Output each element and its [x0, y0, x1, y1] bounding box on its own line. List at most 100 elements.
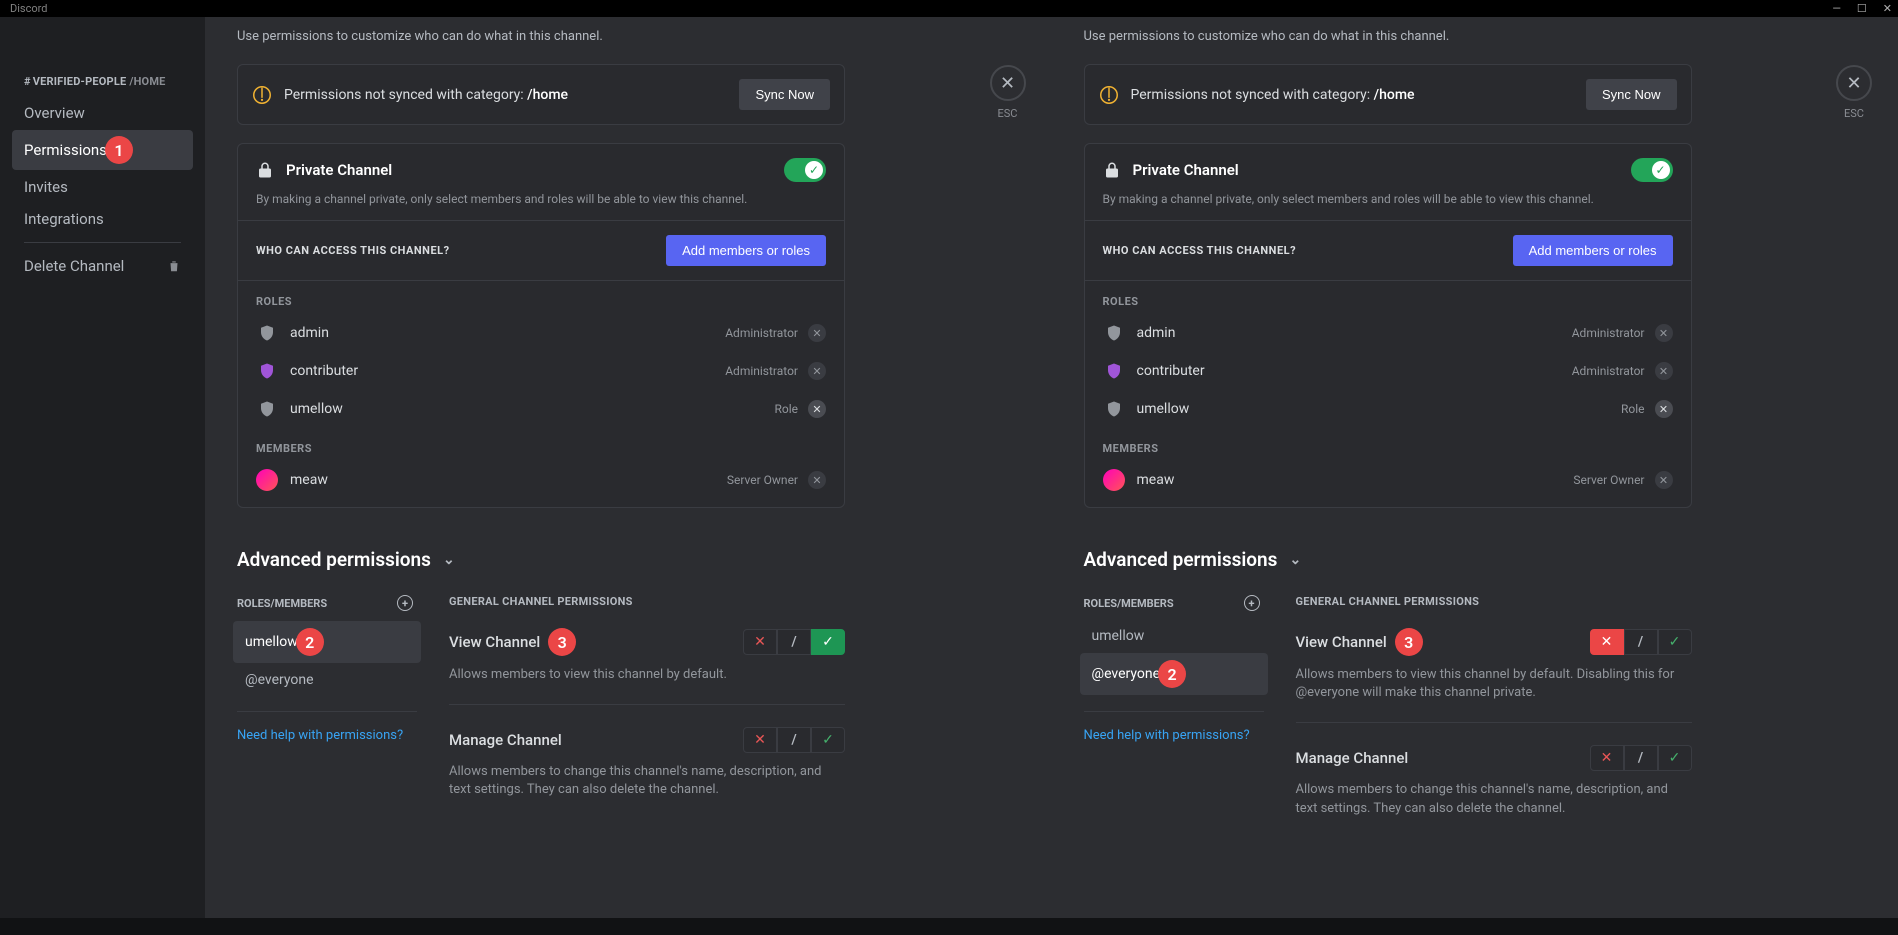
- private-subtitle: By making a channel private, only select…: [238, 186, 844, 221]
- window-minimize[interactable]: —: [1832, 2, 1841, 15]
- window-close[interactable]: ✕: [1883, 2, 1892, 15]
- role-name: contributer: [1137, 363, 1205, 379]
- roles-members-label: ROLES/MEMBERS: [237, 597, 327, 610]
- rm-label: umellow: [245, 634, 298, 650]
- app-name: Discord: [10, 2, 47, 15]
- rm-item-umellow[interactable]: umellow: [1080, 621, 1268, 651]
- members-header: MEMBERS: [1085, 428, 1691, 461]
- member-name: meaw: [290, 472, 328, 488]
- permission-allow[interactable]: ✓: [1658, 745, 1692, 771]
- add-role-icon[interactable]: +: [1244, 595, 1260, 611]
- esc-label: ESC: [990, 107, 1026, 120]
- private-subtitle: By making a channel private, only select…: [1085, 186, 1691, 221]
- role-tag: Role: [1621, 402, 1645, 416]
- permission-deny[interactable]: ✕: [1590, 745, 1624, 771]
- permission-title: Manage Channel: [1296, 749, 1409, 767]
- annotation-badge-3: 3: [548, 628, 576, 656]
- role-name: umellow: [290, 401, 343, 417]
- permission-neutral[interactable]: /: [777, 727, 811, 753]
- permission-neutral[interactable]: /: [1624, 629, 1658, 655]
- help-link[interactable]: Need help with permissions?: [1084, 728, 1264, 743]
- remove-role-button[interactable]: ✕: [1655, 400, 1673, 418]
- rm-item-everyone[interactable]: @everyone: [233, 665, 421, 695]
- role-tag: Role: [774, 402, 798, 416]
- role-row: contributer Administrator ✕: [1085, 352, 1691, 390]
- add-members-button[interactable]: Add members or roles: [1513, 235, 1673, 266]
- member-row: meaw Server Owner ✕: [1085, 461, 1691, 507]
- channel-name: VERIFIED-PEOPLE: [33, 75, 127, 88]
- general-channel-permissions-header: GENERAL CHANNEL PERMISSIONS: [1296, 595, 1692, 608]
- sidebar-item-overview[interactable]: Overview: [12, 98, 193, 128]
- advanced-permissions-heading[interactable]: Advanced permissions ⌄: [1084, 548, 1692, 571]
- remove-role-button: ✕: [808, 362, 826, 380]
- divider: [237, 711, 417, 712]
- sidebar-item-integrations[interactable]: Integrations: [12, 204, 193, 234]
- permission-allow[interactable]: ✓: [811, 629, 845, 655]
- heading-text: Advanced permissions: [237, 548, 431, 571]
- warning-icon: [1099, 85, 1119, 105]
- remove-role-button: ✕: [1655, 324, 1673, 342]
- avatar: [256, 469, 278, 491]
- add-members-button[interactable]: Add members or roles: [666, 235, 826, 266]
- sidebar-item-permissions[interactable]: Permissions 1: [12, 130, 193, 170]
- esc-label: ESC: [1836, 107, 1872, 120]
- permission-description: Allows members to view this channel by d…: [449, 666, 845, 684]
- sidebar-header: #VERIFIED-PEOPLE /HOME: [24, 75, 181, 88]
- permission-deny[interactable]: ✕: [1590, 629, 1624, 655]
- sidebar-item-label: Overview: [24, 104, 85, 122]
- role-tag: Administrator: [1572, 326, 1645, 340]
- role-tag: Administrator: [725, 326, 798, 340]
- heading-text: Advanced permissions: [1084, 548, 1278, 571]
- sidebar-item-delete[interactable]: Delete Channel: [12, 251, 193, 281]
- who-access-label: WHO CAN ACCESS THIS CHANNEL?: [256, 244, 450, 257]
- add-role-icon[interactable]: +: [397, 595, 413, 611]
- sidebar-item-invites[interactable]: Invites: [12, 172, 193, 202]
- sidebar-item-label: Invites: [24, 178, 68, 196]
- roles-header: ROLES: [1085, 281, 1691, 314]
- permission-title: View Channel: [449, 633, 540, 651]
- rm-item-umellow[interactable]: umellow 2: [233, 621, 421, 663]
- roles-header: ROLES: [238, 281, 844, 314]
- permission-description: Allows members to view this channel by d…: [1296, 666, 1692, 702]
- permission-neutral[interactable]: /: [1624, 745, 1658, 771]
- advanced-permissions-heading[interactable]: Advanced permissions ⌄: [237, 548, 845, 571]
- sync-category-path: /home: [527, 87, 568, 103]
- role-row: contributer Administrator ✕: [238, 352, 844, 390]
- permission-deny[interactable]: ✕: [743, 629, 777, 655]
- member-tag: Server Owner: [1573, 473, 1644, 487]
- remove-role-button[interactable]: ✕: [808, 400, 826, 418]
- check-icon: ✓: [1652, 161, 1670, 179]
- shield-icon: [256, 322, 278, 344]
- permission-allow[interactable]: ✓: [1658, 629, 1692, 655]
- sync-now-button[interactable]: Sync Now: [739, 79, 830, 110]
- rm-item-everyone[interactable]: @everyone 2: [1080, 653, 1268, 695]
- sync-now-button[interactable]: Sync Now: [1586, 79, 1677, 110]
- permission-deny[interactable]: ✕: [743, 727, 777, 753]
- role-name: contributer: [290, 363, 358, 379]
- private-title: Private Channel: [286, 161, 392, 179]
- avatar: [1103, 469, 1125, 491]
- permission-neutral[interactable]: /: [777, 629, 811, 655]
- member-tag: Server Owner: [727, 473, 798, 487]
- private-toggle[interactable]: ✓: [784, 158, 826, 182]
- member-row: meaw Server Owner ✕: [238, 461, 844, 507]
- help-link[interactable]: Need help with permissions?: [237, 728, 417, 743]
- warning-icon: [252, 85, 272, 105]
- private-title: Private Channel: [1133, 161, 1239, 179]
- shield-icon: [256, 398, 278, 420]
- who-access-label: WHO CAN ACCESS THIS CHANNEL?: [1103, 244, 1297, 257]
- close-settings-button[interactable]: ✕ ESC: [1836, 65, 1872, 120]
- close-settings-button[interactable]: ✕ ESC: [990, 65, 1026, 120]
- permission-view-channel: View Channel 3 ✕ / ✓ Allows members to v…: [449, 628, 845, 705]
- sync-card: Permissions not synced with category: /h…: [237, 64, 845, 125]
- private-toggle[interactable]: ✓: [1631, 158, 1673, 182]
- window-maximize[interactable]: ☐: [1857, 2, 1867, 15]
- remove-role-button: ✕: [808, 324, 826, 342]
- permission-allow[interactable]: ✓: [811, 727, 845, 753]
- remove-member-button: ✕: [808, 471, 826, 489]
- sync-text-prefix: Permissions not synced with category:: [1131, 87, 1374, 103]
- shield-icon: [1103, 398, 1125, 420]
- annotation-badge-2: 2: [1158, 660, 1186, 688]
- role-name: admin: [290, 325, 329, 341]
- trash-icon: [167, 259, 181, 273]
